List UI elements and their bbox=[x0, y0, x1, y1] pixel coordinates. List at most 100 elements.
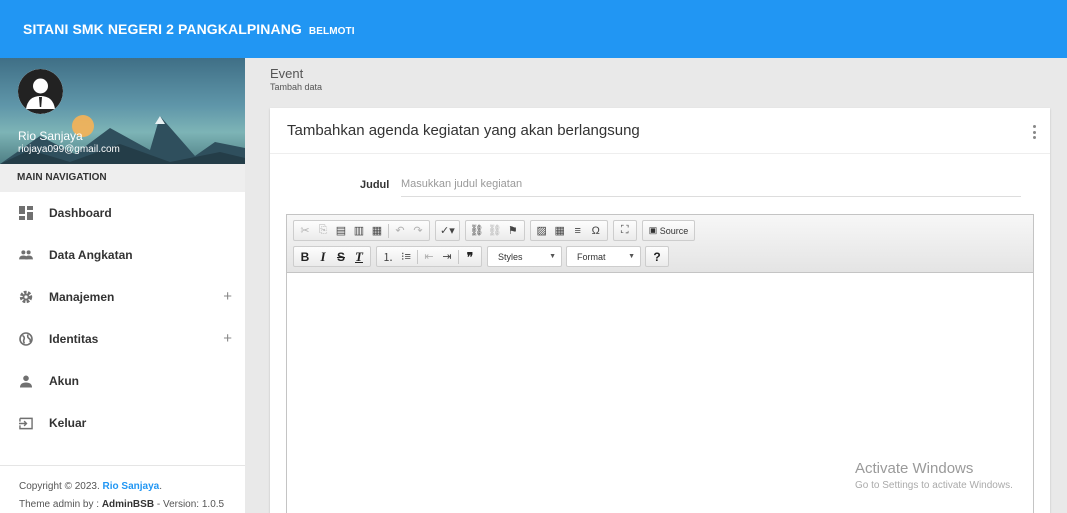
theme-name: AdminBSB bbox=[101, 499, 155, 510]
watermark-subtitle: Go to Settings to activate Windows. bbox=[855, 480, 1013, 491]
bulleted-list-icon[interactable]: ⁝≡ bbox=[397, 247, 415, 266]
help-button[interactable]: ? bbox=[648, 247, 666, 266]
toolbar-row-2: B I S T ⒈ ⁝≡ ⇤ ⇥ ❞ Styles ▼ Format ▼ ? bbox=[293, 245, 1029, 268]
basic-styles-group: B I S T bbox=[293, 246, 371, 267]
insert-group: ▨ ▦ ≡ Ω bbox=[529, 220, 608, 241]
expand-plus-icon[interactable]: + bbox=[223, 288, 232, 305]
sidebar-item-label: Manajemen bbox=[49, 290, 115, 304]
styles-label: Styles bbox=[498, 251, 523, 262]
theme-line: Theme admin by : AdminBSB - Version: 1.0… bbox=[19, 496, 245, 513]
user-avatar[interactable] bbox=[18, 69, 63, 114]
table-icon[interactable]: ▦ bbox=[551, 221, 569, 240]
cut-icon[interactable]: ✂ bbox=[296, 221, 314, 240]
main-content: Event Tambah data Tambahkan agenda kegia… bbox=[245, 58, 1067, 513]
format-dropdown[interactable]: Format ▼ bbox=[566, 246, 641, 267]
sidebar-item-akun[interactable]: Akun bbox=[0, 360, 245, 402]
format-label: Format bbox=[577, 251, 606, 262]
redo-icon[interactable]: ↷ bbox=[409, 221, 427, 240]
sidebar-item-dashboard[interactable]: Dashboard bbox=[0, 192, 245, 234]
paste-icon[interactable]: ▤ bbox=[332, 221, 350, 240]
image-icon[interactable]: ▨ bbox=[533, 221, 551, 240]
clipboard-group: ✂ ⎘ ▤ ▥ ▦ ↶ ↷ bbox=[293, 220, 430, 241]
sidebar: Rio Sanjaya riojaya099@gmail.com MAIN NA… bbox=[0, 58, 245, 513]
theme-version: - Version: 1.0.5 bbox=[156, 499, 225, 510]
user-avatar-icon bbox=[18, 69, 63, 114]
copyright-author-link[interactable]: Rio Sanjaya bbox=[103, 481, 160, 492]
maximize-icon[interactable]: ⛶ bbox=[616, 221, 634, 240]
sidebar-item-label: Keluar bbox=[49, 416, 87, 430]
sidebar-item-manajemen[interactable]: Manajemen + bbox=[0, 276, 245, 318]
watermark-title: Activate Windows bbox=[855, 460, 974, 477]
user-info-panel: Rio Sanjaya riojaya099@gmail.com bbox=[0, 58, 245, 164]
sidebar-item-data-angkatan[interactable]: Data Angkatan bbox=[0, 234, 245, 276]
spellcheck-icon[interactable]: ✓▾ bbox=[438, 221, 457, 240]
nav-header: MAIN NAVIGATION bbox=[0, 164, 245, 192]
toolbar-row-1: ✂ ⎘ ▤ ▥ ▦ ↶ ↷ ✓▾ ⛓ ⛓ ⚑ ▨ ▦ ≡ Ω ⛶ ▣ Sourc… bbox=[293, 219, 1029, 242]
sidebar-item-label: Data Angkatan bbox=[49, 248, 133, 262]
spellcheck-group: ✓▾ bbox=[435, 220, 460, 241]
judul-label: Judul bbox=[360, 179, 390, 191]
user-name: Rio Sanjaya bbox=[18, 129, 83, 143]
user-email: riojaya099@gmail.com bbox=[18, 144, 120, 155]
gear-icon bbox=[19, 290, 33, 304]
unlink-icon[interactable]: ⛓ bbox=[486, 221, 504, 240]
link-icon[interactable]: ⛓ bbox=[468, 221, 486, 240]
app-title[interactable]: SITANI SMK NEGERI 2 PANGKALPINANG BELMOT… bbox=[23, 21, 355, 37]
maximize-group: ⛶ bbox=[612, 220, 637, 241]
app-title-text: SITANI SMK NEGERI 2 PANGKALPINANG bbox=[23, 21, 302, 37]
paragraph-group: ⒈ ⁝≡ ⇤ ⇥ ❞ bbox=[376, 246, 482, 267]
logout-icon bbox=[19, 416, 33, 430]
outdent-icon[interactable]: ⇤ bbox=[420, 247, 438, 266]
sidebar-item-label: Identitas bbox=[49, 332, 99, 346]
person-icon bbox=[19, 374, 33, 388]
copy-icon[interactable]: ⎘ bbox=[314, 221, 332, 240]
card-header: Tambahkan agenda kegiatan yang akan berl… bbox=[270, 108, 1050, 154]
theme-prefix: Theme admin by : bbox=[19, 499, 100, 510]
windows-activation-watermark: Activate Windows Go to Settings to activ… bbox=[855, 460, 1013, 491]
top-navbar: SITANI SMK NEGERI 2 PANGKALPINANG BELMOT… bbox=[0, 0, 1067, 58]
indent-icon[interactable]: ⇥ bbox=[438, 247, 456, 266]
strikethrough-icon[interactable]: S bbox=[332, 247, 350, 266]
card-title: Tambahkan agenda kegiatan yang akan berl… bbox=[287, 122, 640, 139]
source-group: ▣ Source bbox=[641, 220, 696, 241]
chevron-down-icon: ▼ bbox=[628, 253, 635, 260]
app-subtitle: BELMOTI bbox=[308, 26, 355, 37]
copyright-prefix: Copyright © 2023. bbox=[19, 481, 100, 492]
horizontal-rule-icon[interactable]: ≡ bbox=[569, 221, 587, 240]
dashboard-icon bbox=[19, 206, 33, 220]
block-header: Event Tambah data bbox=[270, 66, 322, 92]
expand-plus-icon[interactable]: + bbox=[223, 330, 232, 347]
editor-toolbar: ✂ ⎘ ▤ ▥ ▦ ↶ ↷ ✓▾ ⛓ ⛓ ⚑ ▨ ▦ ≡ Ω ⛶ ▣ Sourc… bbox=[287, 215, 1033, 273]
source-label: Source bbox=[659, 225, 689, 236]
globe-icon bbox=[19, 332, 33, 346]
sidebar-item-label: Akun bbox=[49, 374, 79, 388]
page-subtitle: Tambah data bbox=[270, 82, 323, 92]
sidebar-item-identitas[interactable]: Identitas + bbox=[0, 318, 245, 360]
blockquote-icon[interactable]: ❞ bbox=[461, 247, 479, 266]
remove-format-icon[interactable]: T bbox=[350, 247, 368, 266]
judul-form-row: Judul bbox=[270, 168, 1050, 198]
copyright-line: Copyright © 2023. Rio Sanjaya. bbox=[19, 478, 245, 496]
paste-text-icon[interactable]: ▥ bbox=[350, 221, 368, 240]
italic-icon[interactable]: I bbox=[314, 247, 332, 266]
help-group: ? bbox=[645, 246, 669, 267]
special-char-icon[interactable]: Ω bbox=[587, 221, 605, 240]
paste-word-icon[interactable]: ▦ bbox=[368, 221, 386, 240]
styles-dropdown[interactable]: Styles ▼ bbox=[487, 246, 562, 267]
judul-input[interactable] bbox=[401, 172, 1021, 197]
chevron-down-icon: ▼ bbox=[549, 253, 556, 260]
link-group: ⛓ ⛓ ⚑ bbox=[464, 220, 525, 241]
sidebar-item-label: Dashboard bbox=[49, 206, 112, 220]
sidebar-item-keluar[interactable]: Keluar bbox=[0, 402, 245, 444]
anchor-flag-icon[interactable]: ⚑ bbox=[504, 221, 522, 240]
bold-icon[interactable]: B bbox=[296, 247, 314, 266]
page-title: Event bbox=[270, 66, 304, 81]
numbered-list-icon[interactable]: ⒈ bbox=[379, 247, 397, 266]
source-button[interactable]: ▣ Source bbox=[645, 221, 693, 240]
copyright-suffix: . bbox=[159, 481, 163, 492]
form-card: Tambahkan agenda kegiatan yang akan berl… bbox=[270, 108, 1050, 513]
sidebar-footer: Copyright © 2023. Rio Sanjaya. Theme adm… bbox=[0, 465, 245, 513]
undo-icon[interactable]: ↶ bbox=[391, 221, 409, 240]
more-vert-icon[interactable] bbox=[1032, 125, 1036, 139]
people-icon bbox=[19, 248, 33, 262]
